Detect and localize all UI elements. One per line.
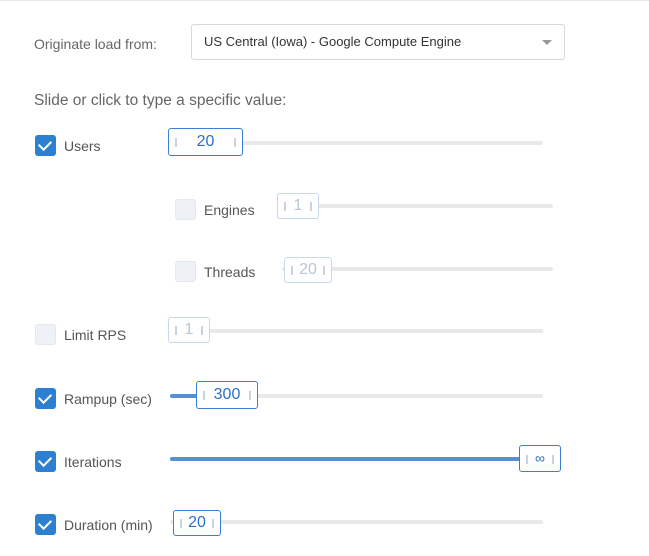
users-label: Users	[64, 138, 101, 154]
users-checkbox[interactable]	[35, 135, 56, 156]
grip-icon	[201, 326, 203, 335]
origin-label: Originate load from:	[34, 36, 157, 52]
grip-icon	[284, 202, 286, 211]
limit-rps-slider-handle[interactable]: 1	[168, 317, 210, 343]
chevron-down-icon	[542, 40, 552, 45]
limit-rps-value: 1	[184, 321, 194, 338]
grip-icon	[180, 519, 182, 528]
engines-slider-handle[interactable]: 1	[277, 193, 319, 219]
iterations-checkbox[interactable]	[35, 451, 56, 472]
grip-icon	[203, 391, 205, 400]
limit-rps-label: Limit RPS	[64, 327, 127, 343]
grip-icon	[291, 266, 293, 275]
users-slider-handle[interactable]: 20	[168, 128, 243, 156]
rampup-checkbox[interactable]	[35, 388, 56, 409]
duration-value: 20	[188, 514, 206, 531]
engines-value: 1	[293, 197, 303, 214]
duration-slider-track[interactable]	[170, 520, 543, 524]
grip-icon	[552, 455, 554, 464]
grip-icon	[234, 138, 236, 147]
rampup-label: Rampup (sec)	[64, 391, 152, 407]
threads-slider-handle[interactable]: 20	[284, 257, 332, 283]
duration-label: Duration (min)	[64, 517, 153, 533]
grip-icon	[526, 455, 528, 464]
threads-checkbox[interactable]	[175, 261, 196, 282]
duration-slider-handle[interactable]: 20	[173, 510, 221, 536]
limit-rps-checkbox[interactable]	[35, 324, 56, 345]
grip-icon	[323, 266, 325, 275]
iterations-label: Iterations	[64, 454, 122, 470]
engines-label: Engines	[204, 202, 255, 218]
iterations-slider-fill	[170, 457, 522, 461]
slider-hint: Slide or click to type a specific value:	[34, 92, 287, 109]
top-divider	[0, 0, 649, 1]
engines-checkbox[interactable]	[175, 199, 196, 220]
grip-icon	[249, 391, 251, 400]
origin-select-value: US Central (Iowa) - Google Compute Engin…	[204, 34, 462, 49]
users-value: 20	[196, 133, 215, 150]
iterations-value: ∞	[535, 450, 545, 466]
limit-rps-slider-track[interactable]	[170, 329, 543, 333]
engines-slider-track[interactable]	[280, 204, 553, 208]
grip-icon	[175, 138, 177, 147]
grip-icon	[175, 326, 177, 335]
grip-icon	[310, 202, 312, 211]
iterations-slider-handle[interactable]: ∞	[519, 445, 561, 472]
threads-label: Threads	[204, 264, 256, 280]
grip-icon	[212, 519, 214, 528]
rampup-slider-handle[interactable]: 300	[196, 381, 258, 409]
rampup-value: 300	[213, 386, 241, 403]
origin-select[interactable]: US Central (Iowa) - Google Compute Engin…	[191, 24, 565, 60]
threads-value: 20	[299, 261, 317, 278]
duration-checkbox[interactable]	[35, 514, 56, 535]
